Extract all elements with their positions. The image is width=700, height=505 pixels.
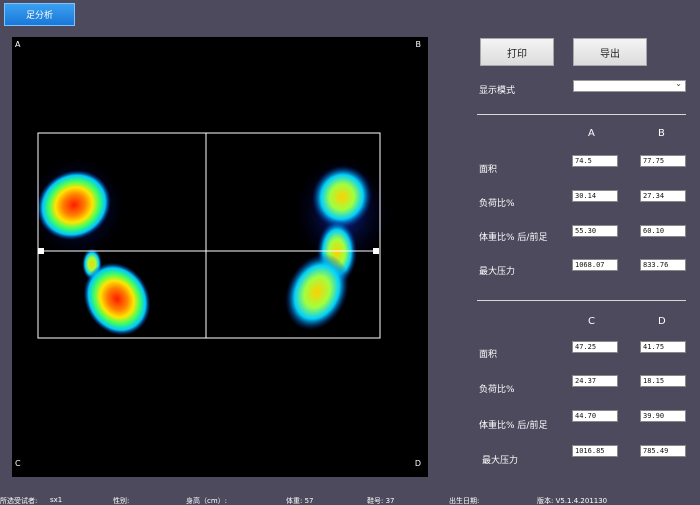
- value-b-weight-ratio: 60.10: [640, 225, 686, 237]
- divider-top: [477, 114, 686, 115]
- value-a-max-pressure: 1068.07: [572, 259, 618, 271]
- status-version: 版本: V5.1.4.201130: [537, 497, 608, 505]
- column-header-c: C: [588, 316, 595, 327]
- divider-handle-right[interactable]: [373, 248, 379, 254]
- display-mode-select[interactable]: ⌄: [573, 79, 686, 92]
- value-d-area: 41.75: [640, 341, 686, 353]
- row-label-load-ratio-2: 负荷比%: [479, 385, 515, 395]
- value-c-load-ratio: 24.37: [572, 375, 618, 387]
- value-b-load-ratio: 27.34: [640, 190, 686, 202]
- tab-foot-analysis[interactable]: 足分析: [4, 3, 75, 26]
- status-weight: 体重: 57: [286, 497, 314, 505]
- column-header-a: A: [588, 128, 595, 139]
- status-gender: 性别:: [113, 497, 130, 505]
- value-a-load-ratio: 30.14: [572, 190, 618, 202]
- value-c-area: 47.25: [572, 341, 618, 353]
- status-subject-label: 所选受试者:: [0, 497, 38, 505]
- row-label-max-pressure: 最大压力: [479, 267, 516, 277]
- value-c-max-pressure: 1016.85: [572, 445, 618, 457]
- value-c-weight-ratio: 44.70: [572, 410, 618, 422]
- chevron-down-icon: ⌄: [675, 79, 682, 88]
- corner-label-d: D: [414, 459, 421, 468]
- row-label-area: 面积: [479, 165, 498, 175]
- status-shoe-size: 鞋号: 37: [367, 497, 395, 505]
- pressure-heatmap: [29, 132, 390, 339]
- status-birth-date: 出生日期:: [449, 497, 480, 505]
- value-a-area: 74.5: [572, 155, 618, 167]
- status-subject-value: sx1: [50, 496, 63, 504]
- row-label-max-pressure-2: 最大压力: [482, 456, 519, 466]
- value-b-max-pressure: 833.76: [640, 259, 686, 271]
- value-d-weight-ratio: 39.90: [640, 410, 686, 422]
- export-button[interactable]: 导出: [573, 38, 647, 66]
- row-label-load-ratio: 负荷比%: [479, 199, 515, 209]
- row-label-weight-ratio-2: 体重比% 后/前足: [479, 421, 548, 431]
- status-height: 身高（cm）:: [186, 497, 228, 505]
- value-b-area: 77.75: [640, 155, 686, 167]
- pressure-map-canvas: A B C D: [12, 37, 428, 477]
- column-header-b: B: [658, 128, 665, 139]
- value-a-weight-ratio: 55.30: [572, 225, 618, 237]
- corner-label-c: C: [15, 459, 21, 468]
- row-label-area-2: 面积: [479, 350, 498, 360]
- corner-label-b: B: [415, 40, 422, 49]
- value-d-max-pressure: 785.49: [640, 445, 686, 457]
- divider-handle-left[interactable]: [38, 248, 44, 254]
- row-label-weight-ratio: 体重比% 后/前足: [479, 233, 548, 243]
- value-d-load-ratio: 18.15: [640, 375, 686, 387]
- divider-middle: [477, 300, 686, 301]
- column-header-d: D: [658, 316, 666, 327]
- display-mode-label: 显示模式: [479, 86, 516, 96]
- corner-label-a: A: [15, 40, 21, 49]
- print-button[interactable]: 打印: [480, 38, 554, 66]
